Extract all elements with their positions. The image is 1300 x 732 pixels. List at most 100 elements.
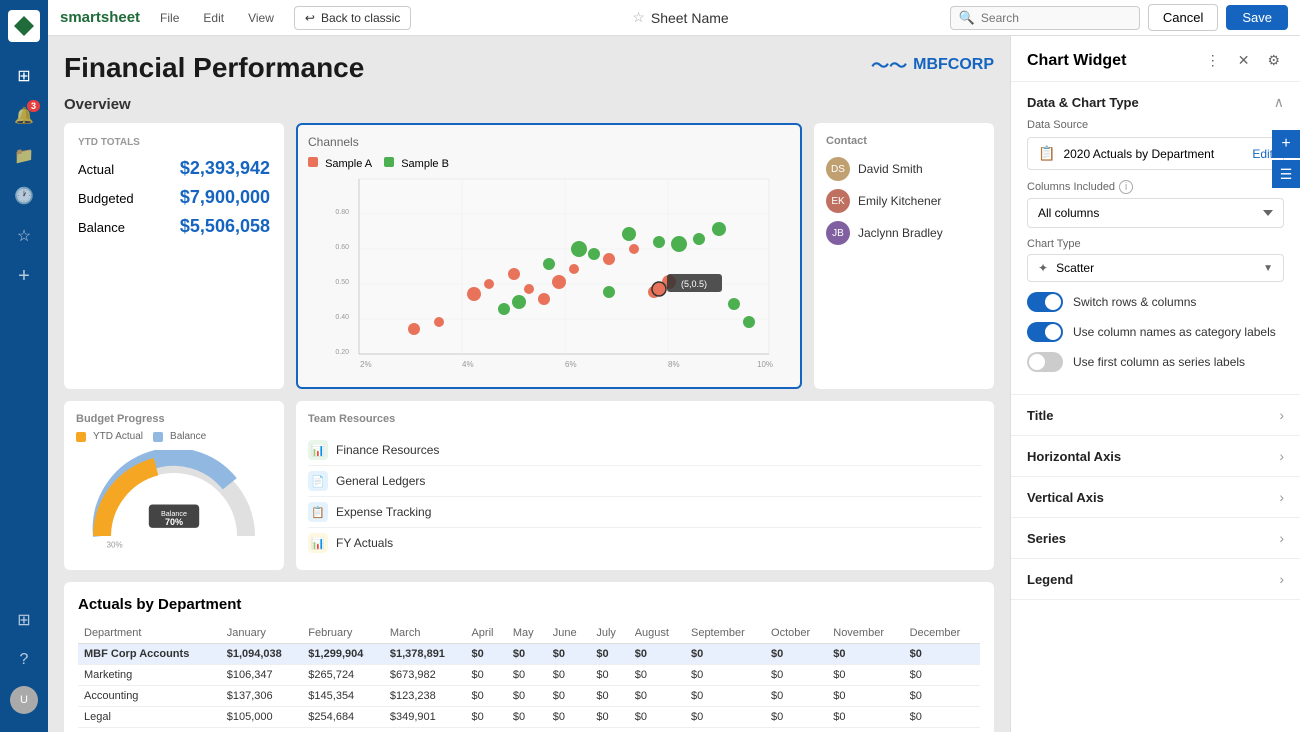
sidebar-item-user[interactable]: U: [6, 682, 42, 718]
accordion-horizontal-axis[interactable]: Horizontal Axis ›: [1011, 436, 1300, 477]
sidebar-item-history[interactable]: 🕐: [6, 178, 42, 214]
actuals-title: Actuals by Department: [78, 596, 980, 613]
actuals-table: Department January February March April …: [78, 623, 980, 728]
back-classic-button[interactable]: ↩ Back to classic: [294, 6, 411, 30]
panel-title: Chart Widget: [1027, 52, 1126, 70]
chart-widget-panel: Chart Widget ⋮ ✕ ⚙ + ☰ Data & Chart Type…: [1010, 36, 1300, 732]
team-item-2-label: Expense Tracking: [336, 505, 431, 519]
cell-jul-2: $0: [590, 686, 628, 707]
ytd-balance-label: Balance: [78, 220, 125, 235]
panel-close-button[interactable]: ✕: [1234, 50, 1254, 71]
budget-legend: YTD Actual Balance: [76, 431, 272, 442]
accordion-series[interactable]: Series ›: [1011, 518, 1300, 559]
cell-jun-2: $0: [547, 686, 591, 707]
cell-dec-3: $0: [904, 707, 980, 728]
team-item-3-label: FY Actuals: [336, 536, 393, 550]
cell-sep-2: $0: [685, 686, 765, 707]
sidebar-item-notifications[interactable]: 🔔 3: [6, 98, 42, 134]
cell-apr-0: $0: [465, 644, 506, 665]
save-button[interactable]: Save: [1226, 5, 1288, 30]
panel-more-button[interactable]: ⋮: [1202, 50, 1224, 71]
cancel-button[interactable]: Cancel: [1148, 4, 1218, 31]
team-item-0-icon: 📊: [308, 440, 328, 460]
nav-file[interactable]: File: [156, 9, 183, 27]
sidebar-item-help[interactable]: ?: [6, 642, 42, 678]
scatter-icon: ✦: [1038, 261, 1048, 275]
edit-data-source-button[interactable]: Edit: [1252, 147, 1273, 161]
chart-type-selector[interactable]: ✦ Scatter ▼: [1027, 254, 1284, 282]
back-classic-icon: ↩: [305, 11, 315, 25]
sidebar-item-folders[interactable]: 📁: [6, 138, 42, 174]
search-input[interactable]: [981, 11, 1131, 25]
sidebar-item-add[interactable]: +: [6, 258, 42, 294]
table-row: Marketing $106,347 $265,724 $673,982 $0 …: [78, 665, 980, 686]
svg-text:0.40: 0.40: [335, 314, 349, 321]
col-may: May: [507, 623, 547, 644]
cell-jul-0: $0: [590, 644, 628, 665]
team-item-0-label: Finance Resources: [336, 443, 439, 457]
channels-card: Channels Sample A Sample B: [296, 123, 802, 389]
chart-type-value: Scatter: [1056, 261, 1263, 275]
cell-dec-0: $0: [904, 644, 980, 665]
team-item-0[interactable]: 📊 Finance Resources: [308, 435, 982, 466]
columns-included-label: Columns Included i: [1027, 180, 1284, 194]
cell-nov-3: $0: [827, 707, 903, 728]
svg-text:2%: 2%: [360, 360, 372, 369]
ytd-actual-label: Actual: [78, 162, 114, 177]
team-item-1[interactable]: 📄 General Ledgers: [308, 466, 982, 497]
user-avatar: U: [10, 686, 38, 714]
team-item-2[interactable]: 📋 Expense Tracking: [308, 497, 982, 528]
cell-jun-1: $0: [547, 665, 591, 686]
budget-title: Budget Progress: [76, 413, 272, 425]
sidebar-item-grid[interactable]: ⊞: [6, 602, 42, 638]
panel-format-button[interactable]: ☰: [1272, 160, 1300, 188]
accordion-legend[interactable]: Legend ›: [1011, 559, 1300, 600]
ytd-row-actual: Actual $2,393,942: [78, 158, 270, 179]
panel-settings-button[interactable]: ⚙: [1263, 50, 1284, 71]
sidebar-item-home[interactable]: ⊞: [6, 58, 42, 94]
ytd-card: YTD Totals Actual $2,393,942 Budgeted $7…: [64, 123, 284, 389]
svg-text:6%: 6%: [565, 360, 577, 369]
col-dept: Department: [78, 623, 221, 644]
col-oct: October: [765, 623, 827, 644]
cell-dept-0: MBF Corp Accounts: [78, 644, 221, 665]
app-logo[interactable]: [8, 10, 40, 42]
chart-type-dropdown-icon: ▼: [1263, 263, 1273, 274]
data-source-name: 2020 Actuals by Department: [1063, 147, 1214, 161]
notification-badge: 3: [27, 100, 40, 112]
col-apr: April: [465, 623, 506, 644]
col-feb: February: [302, 623, 384, 644]
sidebar-item-favorites[interactable]: ☆: [6, 218, 42, 254]
team-item-3[interactable]: 📊 FY Actuals: [308, 528, 982, 558]
data-source-sheet-icon: 📋: [1038, 145, 1055, 162]
sheet-name-star-icon[interactable]: ☆: [632, 9, 645, 26]
team-item-3-icon: 📊: [308, 533, 328, 553]
budget-legend-actual: YTD Actual: [76, 431, 143, 442]
accordion-vertical-axis[interactable]: Vertical Axis ›: [1011, 477, 1300, 518]
columns-included-select[interactable]: All columns: [1027, 198, 1284, 228]
scatter-chart: (5,0.5) 2% 4% 6% 8% 10% 0.20 0.40 0.50 0…: [308, 174, 790, 374]
search-icon: 🔍: [959, 10, 975, 26]
data-chart-type-chevron-icon: ∧: [1274, 94, 1284, 111]
cell-apr-3: $0: [465, 707, 506, 728]
nav-view[interactable]: View: [244, 9, 278, 27]
use-col-names-toggle[interactable]: [1027, 322, 1063, 342]
gauge-chart: Balance 70% 30%: [84, 450, 264, 550]
data-chart-type-header[interactable]: Data & Chart Type ∧: [1027, 94, 1284, 111]
cell-dept-2: Accounting: [78, 686, 221, 707]
sidebar: ⊞ 🔔 3 📁 🕐 ☆ + ⊞ ? U: [0, 0, 48, 732]
svg-text:70%: 70%: [165, 517, 183, 527]
switch-rows-cols-toggle[interactable]: [1027, 292, 1063, 312]
content-area: Financial Performance 〜〜 MBFCORP Overvie…: [48, 36, 1300, 732]
panel-add-button[interactable]: +: [1272, 130, 1300, 158]
data-source-box: 📋 2020 Actuals by Department Edit: [1027, 137, 1284, 170]
cell-aug-0: $0: [629, 644, 685, 665]
app-name: smartsheet: [60, 9, 140, 26]
info-icon: i: [1119, 180, 1133, 194]
sheet-name[interactable]: Sheet Name: [651, 10, 729, 26]
accordion-title[interactable]: Title ›: [1011, 395, 1300, 436]
use-first-col-toggle[interactable]: [1027, 352, 1063, 372]
nav-edit[interactable]: Edit: [199, 9, 228, 27]
svg-text:0.60: 0.60: [335, 244, 349, 251]
legend-a-dot: [308, 157, 318, 167]
